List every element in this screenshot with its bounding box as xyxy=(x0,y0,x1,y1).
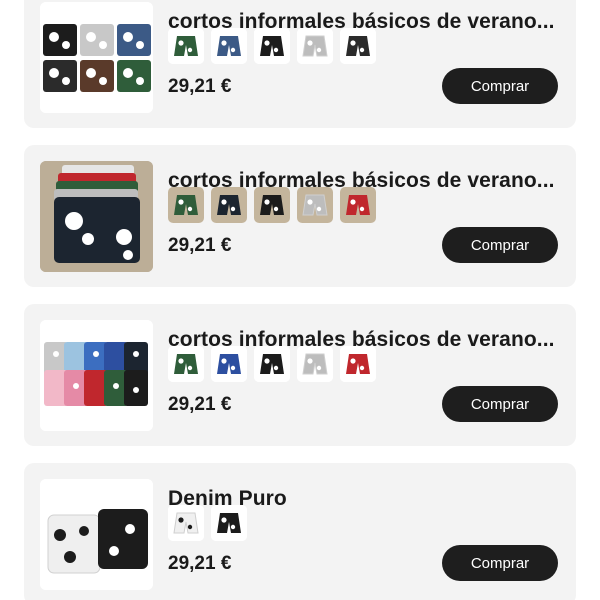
variant-swatches xyxy=(168,505,247,541)
shorts-icon xyxy=(168,187,204,223)
product-card[interactable]: cortos informales básicos de verano... 2… xyxy=(24,304,576,446)
shorts-stack-image xyxy=(40,161,153,272)
product-image[interactable] xyxy=(40,2,153,113)
shorts-icon xyxy=(168,505,204,541)
shorts-icon xyxy=(340,187,376,223)
shorts-grid-image xyxy=(40,2,153,113)
shorts-fan-image xyxy=(40,320,153,431)
product-price: 29,21 € xyxy=(168,553,232,574)
variant-swatch[interactable] xyxy=(254,28,290,64)
shorts-icon xyxy=(211,346,247,382)
shorts-icon xyxy=(340,346,376,382)
shorts-icon xyxy=(254,187,290,223)
shorts-icon xyxy=(254,346,290,382)
variant-swatch[interactable] xyxy=(168,505,204,541)
shorts-icon xyxy=(168,28,204,64)
shorts-icon xyxy=(297,28,333,64)
variant-swatch[interactable] xyxy=(168,187,204,223)
product-image[interactable] xyxy=(40,320,153,431)
product-price: 29,21 € xyxy=(168,235,232,256)
product-price: 29,21 € xyxy=(168,76,232,97)
variant-swatch[interactable] xyxy=(168,28,204,64)
shorts-icon xyxy=(211,28,247,64)
variant-swatch[interactable] xyxy=(168,346,204,382)
buy-button[interactable]: Comprar xyxy=(442,545,558,581)
product-card[interactable]: Denim Puro 29,21 € Comprar xyxy=(24,463,576,600)
buy-button[interactable]: Comprar xyxy=(442,386,558,422)
shorts-icon xyxy=(254,28,290,64)
product-image[interactable] xyxy=(40,479,153,590)
variant-swatch[interactable] xyxy=(297,28,333,64)
variant-swatch[interactable] xyxy=(254,346,290,382)
buy-button[interactable]: Comprar xyxy=(442,227,558,263)
variant-swatch[interactable] xyxy=(297,187,333,223)
variant-swatches xyxy=(168,187,376,223)
shorts-icon xyxy=(340,28,376,64)
variant-swatch[interactable] xyxy=(211,346,247,382)
variant-swatch[interactable] xyxy=(211,187,247,223)
product-card[interactable]: cortos informales básicos de verano... 2… xyxy=(24,145,576,287)
variant-swatches xyxy=(168,28,376,64)
shorts-icon xyxy=(211,187,247,223)
variant-swatch[interactable] xyxy=(340,28,376,64)
product-image[interactable] xyxy=(40,161,153,272)
product-card[interactable]: cortos informales básicos de verano... 2… xyxy=(24,0,576,128)
buy-button[interactable]: Comprar xyxy=(442,68,558,104)
product-price: 29,21 € xyxy=(168,394,232,415)
denim-shorts-image xyxy=(40,479,153,590)
variant-swatch[interactable] xyxy=(211,28,247,64)
variant-swatches xyxy=(168,346,376,382)
variant-swatch[interactable] xyxy=(340,187,376,223)
shorts-icon xyxy=(297,187,333,223)
variant-swatch[interactable] xyxy=(254,187,290,223)
variant-swatch[interactable] xyxy=(297,346,333,382)
variant-swatch[interactable] xyxy=(211,505,247,541)
shorts-icon xyxy=(168,346,204,382)
variant-swatch[interactable] xyxy=(340,346,376,382)
shorts-icon xyxy=(211,505,247,541)
shorts-icon xyxy=(297,346,333,382)
